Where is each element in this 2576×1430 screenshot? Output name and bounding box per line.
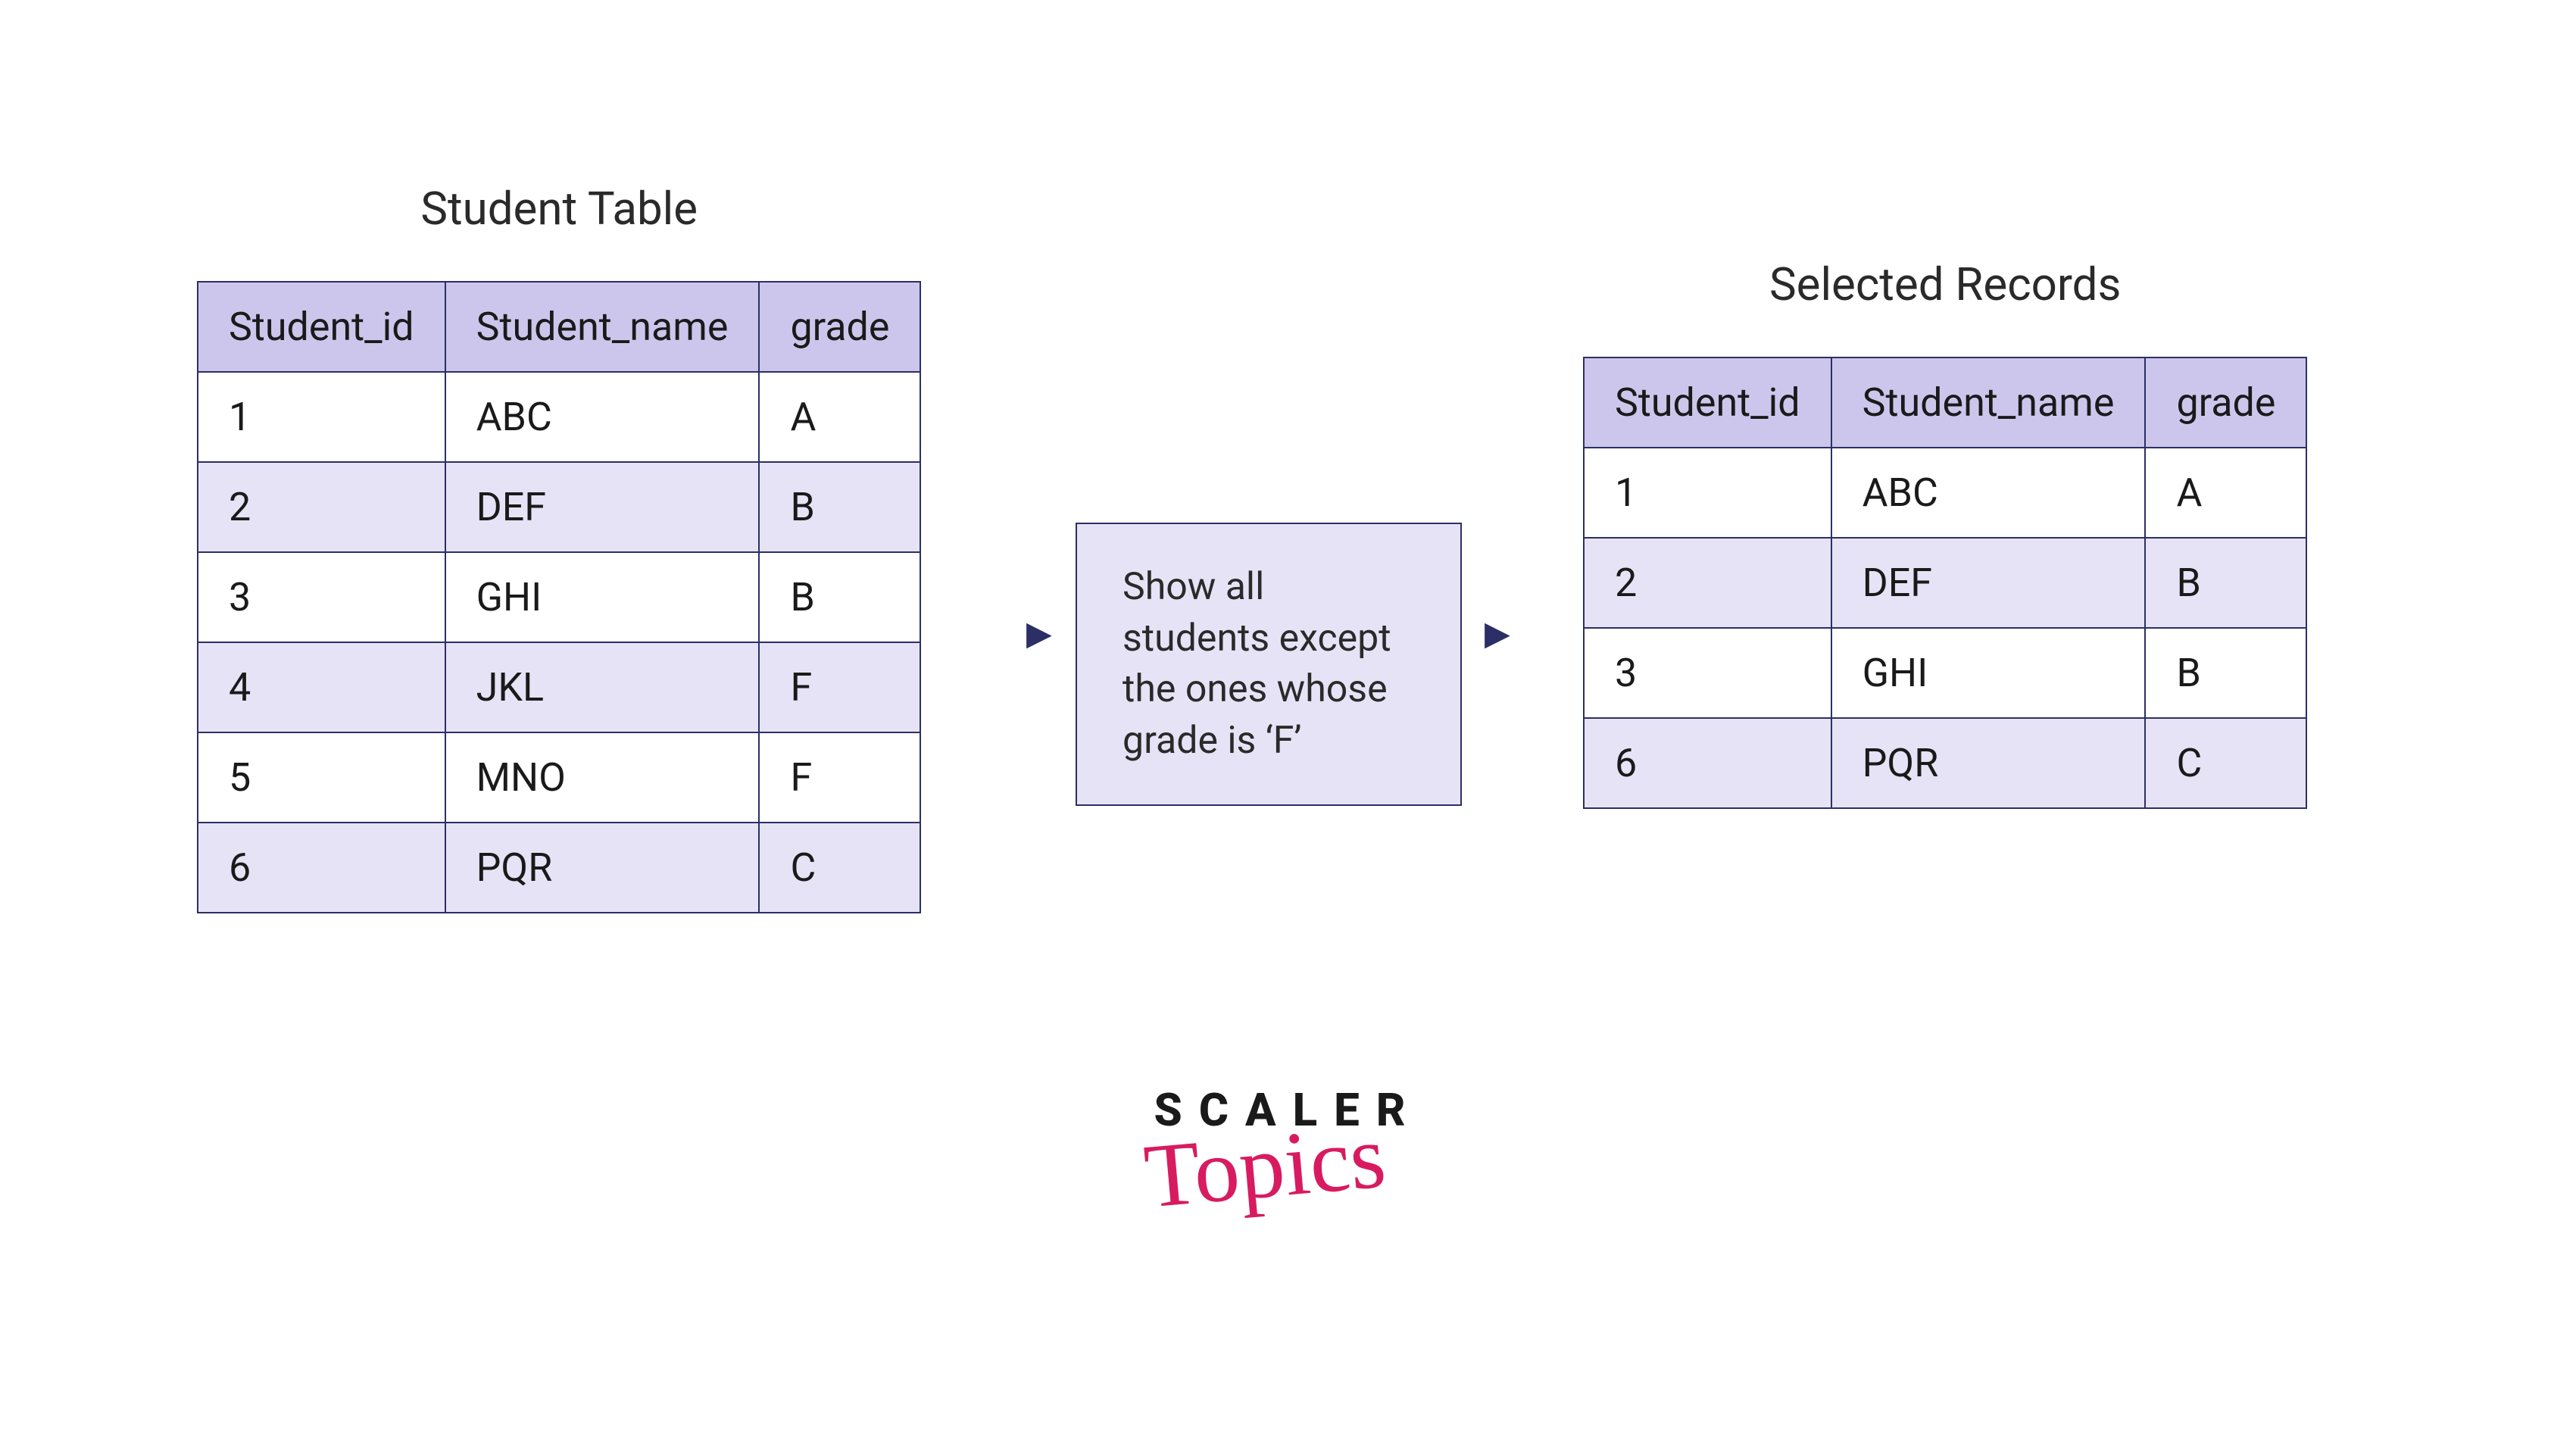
header-student-id: Student_id xyxy=(198,282,445,372)
scaler-topics-logo: SCALER Topics xyxy=(1154,1083,1422,1219)
cell-grade: B xyxy=(759,462,920,552)
table-row: 4 JKL F xyxy=(198,642,920,732)
cell-id: 4 xyxy=(198,642,445,732)
selected-records-title: Selected Records xyxy=(1769,258,2121,311)
cell-grade: B xyxy=(2145,628,2306,718)
header-student-name: Student_name xyxy=(445,282,760,372)
cell-grade: C xyxy=(2145,718,2306,808)
cell-id: 3 xyxy=(1584,628,1831,718)
cell-name: JKL xyxy=(445,642,760,732)
cell-grade: C xyxy=(759,823,920,913)
cell-name: PQR xyxy=(445,823,760,913)
selected-records-table: Student_id Student_name grade 1 ABC A 2 … xyxy=(1583,357,2307,809)
table-row: 3 GHI B xyxy=(198,552,920,642)
cell-name: ABC xyxy=(1831,448,2146,538)
logo-text-topics: Topics xyxy=(1141,1104,1390,1229)
cell-name: PQR xyxy=(1831,718,2146,808)
table-row: 1 ABC A xyxy=(198,372,920,462)
cell-id: 1 xyxy=(198,372,445,462)
cell-id: 2 xyxy=(1584,538,1831,628)
header-grade: grade xyxy=(759,282,920,372)
table-row: 5 MNO F xyxy=(198,732,920,823)
cell-id: 6 xyxy=(1584,718,1831,808)
arrow-right-icon: ▶ xyxy=(1485,614,1510,653)
table-row: 3 GHI B xyxy=(1584,628,2306,718)
cell-name: ABC xyxy=(445,372,760,462)
header-student-id: Student_id xyxy=(1584,358,1831,448)
header-grade: grade xyxy=(2145,358,2306,448)
student-table-title: Student Table xyxy=(420,182,698,236)
table-row: 2 DEF B xyxy=(198,462,920,552)
cell-name: GHI xyxy=(1831,628,2146,718)
cell-id: 2 xyxy=(198,462,445,552)
student-table-block: Student Table Student_id Student_name gr… xyxy=(197,182,921,913)
arrow-right-icon: ▶ xyxy=(1026,614,1052,653)
cell-name: GHI xyxy=(445,552,760,642)
cell-grade: A xyxy=(2145,448,2306,538)
header-student-name: Student_name xyxy=(1831,358,2146,448)
table-row: 2 DEF B xyxy=(1584,538,2306,628)
table-row: 6 PQR C xyxy=(1584,718,2306,808)
cell-id: 3 xyxy=(198,552,445,642)
table-row: 1 ABC A xyxy=(1584,448,2306,538)
cell-id: 5 xyxy=(198,732,445,823)
cell-grade: F xyxy=(759,732,920,823)
table-row: 6 PQR C xyxy=(198,823,920,913)
cell-grade: B xyxy=(2145,538,2306,628)
student-table-header-row: Student_id Student_name grade xyxy=(198,282,920,372)
cell-id: 1 xyxy=(1584,448,1831,538)
cell-grade: A xyxy=(759,372,920,462)
cell-name: MNO xyxy=(445,732,760,823)
cell-id: 6 xyxy=(198,823,445,913)
student-table: Student_id Student_name grade 1 ABC A 2 … xyxy=(197,281,921,913)
selected-records-block: Selected Records Student_id Student_name… xyxy=(1583,258,2307,809)
cell-grade: B xyxy=(759,552,920,642)
cell-grade: F xyxy=(759,642,920,732)
cell-name: DEF xyxy=(1831,538,2146,628)
cell-name: DEF xyxy=(445,462,760,552)
filter-description-box: Show all students except the ones whose … xyxy=(1076,523,1462,806)
selected-records-header-row: Student_id Student_name grade xyxy=(1584,358,2306,448)
